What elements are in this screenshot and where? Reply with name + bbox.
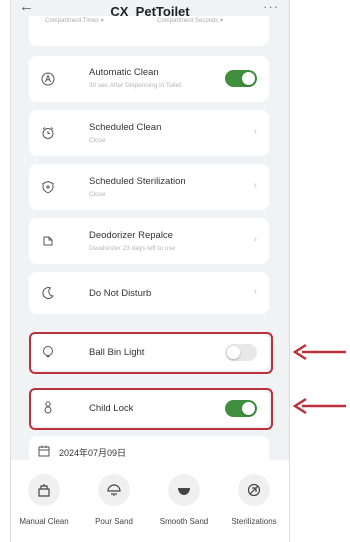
chevron-right-icon: › bbox=[253, 180, 257, 191]
smooth-sand-icon bbox=[178, 488, 190, 495]
scheduled-sterilization-sublabel: Close bbox=[89, 191, 106, 198]
chevron-right-icon: › bbox=[253, 286, 257, 297]
chevron-right-icon: › bbox=[253, 126, 257, 137]
chevron-right-icon: › bbox=[253, 234, 257, 245]
do-not-disturb-row[interactable]: Do Not Disturb › bbox=[29, 272, 269, 314]
sterilizations-label: Sterilizations bbox=[231, 517, 277, 526]
pour-sand-button[interactable]: Pour Sand bbox=[79, 474, 149, 526]
calendar-icon bbox=[38, 445, 50, 457]
manual-clean-button[interactable]: Manual Clean bbox=[11, 474, 79, 526]
pour-sand-icon bbox=[107, 484, 121, 496]
automatic-clean-row[interactable]: Automatic Clean 30 sec After Dispensing … bbox=[29, 56, 269, 102]
bottom-action-bar: Manual Clean Pour Sand Smooth Sand Steri… bbox=[11, 460, 289, 542]
pour-sand-label: Pour Sand bbox=[95, 517, 133, 526]
do-not-disturb-label: Do Not Disturb bbox=[89, 288, 152, 299]
scheduled-clean-label: Scheduled Clean bbox=[89, 122, 162, 133]
deodorizer-replace-label: Deodorizer Repalce bbox=[89, 230, 173, 241]
automatic-clean-sublabel: 30 sec After Dispensing in Toilet bbox=[89, 82, 182, 89]
more-dots-icon[interactable]: ··· bbox=[263, 0, 279, 14]
smooth-sand-button[interactable]: Smooth Sand bbox=[149, 474, 219, 526]
date-label: 2024年07月09日 bbox=[59, 448, 127, 458]
automatic-clean-toggle[interactable] bbox=[225, 70, 257, 87]
auto-clean-icon bbox=[41, 72, 55, 86]
manual-clean-icon bbox=[38, 484, 50, 497]
deodorizer-icon bbox=[43, 236, 53, 246]
phone-screen: ← CX_PetToilet ··· Compartment Times ▾ C… bbox=[10, 0, 290, 542]
scheduled-sterilization-label: Scheduled Sterilization bbox=[89, 176, 186, 187]
shield-icon bbox=[42, 180, 54, 194]
smooth-sand-label: Smooth Sand bbox=[159, 517, 209, 526]
scheduled-clean-row[interactable]: Scheduled Clean Close › bbox=[29, 110, 269, 156]
moon-icon bbox=[42, 287, 54, 300]
deodorizer-replace-row[interactable]: Deodorizer Repalce Deodorizer 23 days le… bbox=[29, 218, 269, 264]
alarm-clock-icon bbox=[42, 127, 54, 139]
arrow-pointer-ball-bin-light bbox=[292, 343, 346, 361]
compartment-seconds-label[interactable]: Compartment Seconds ▾ bbox=[157, 17, 223, 24]
compartment-row: Compartment Times ▾ Compartment Seconds … bbox=[29, 16, 269, 46]
arrow-pointer-child-lock bbox=[292, 397, 346, 415]
highlight-box-child-lock bbox=[29, 388, 273, 430]
automatic-clean-label: Automatic Clean bbox=[89, 67, 159, 78]
scheduled-clean-sublabel: Close bbox=[89, 137, 106, 144]
sterilizations-button[interactable]: Sterilizations bbox=[219, 474, 289, 526]
compartment-times-label[interactable]: Compartment Times ▾ bbox=[45, 17, 104, 24]
highlight-box-ball-bin-light bbox=[29, 332, 273, 374]
sterilization-icon bbox=[247, 483, 261, 497]
manual-clean-label: Manual Clean bbox=[19, 517, 69, 526]
deodorizer-replace-sublabel: Deodorizer 23 days left to use bbox=[89, 245, 176, 252]
scheduled-sterilization-row[interactable]: Scheduled Sterilization Close › bbox=[29, 164, 269, 210]
